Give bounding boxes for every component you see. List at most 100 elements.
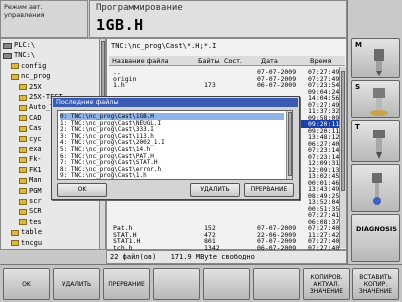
diagnosis-key[interactable]: DIAGNOSIS [351, 214, 400, 262]
folder-icon [19, 125, 27, 132]
right-softkey-panel: M S T DIAGNOSIS [347, 0, 402, 264]
softkey-copy-actual-value[interactable]: КОПИРОВ. АКТУАЛ. ЗНАЧЕНИЕ [303, 268, 350, 300]
tree-item-label: CAD [29, 113, 42, 122]
tree-item[interactable]: FK1 [19, 166, 42, 175]
softkey-cancel[interactable]: ПРЕРВАНИЕ [103, 268, 150, 300]
t-key-letter: T [355, 123, 360, 131]
softkey-copy-line3: ЗНАЧЕНИЕ [309, 287, 344, 295]
column-bytes-header[interactable]: Байты [198, 57, 220, 65]
bottom-softkey-bar: OK УДАЛИТЬ ПРЕРВАНИЕ КОПИРОВ. АКТУАЛ. ЗН… [0, 264, 402, 302]
program-header: Программирование 1GB.H [89, 0, 347, 38]
folder-icon [19, 177, 27, 184]
tree-item[interactable]: Fk- [19, 155, 42, 164]
dialog-cancel-button[interactable]: ПРЕРВАНИЕ [244, 183, 294, 197]
diagnosis-label: DIAGNOSIS [356, 225, 397, 233]
tree-item[interactable]: nc_prog [11, 72, 51, 81]
dialog-delete-button[interactable]: УДАЛИТЬ [190, 183, 240, 197]
file-count: 22 файл(ов) [110, 253, 157, 261]
tree-item-label: tncgu [21, 238, 43, 247]
softkey-paste-line3: ЗНАЧЕНИЕ [358, 287, 393, 295]
file-scroll-thumb[interactable] [341, 71, 345, 191]
spindle-speed-icon [370, 88, 388, 116]
folder-icon [11, 240, 19, 247]
tree-item-label: SCR [29, 207, 42, 216]
softkey-paste-line2: КОПИР. [363, 280, 388, 288]
operating-mode-box: Режим авт. управления [0, 0, 88, 38]
column-name-header[interactable]: Название файла [112, 57, 169, 65]
folder-icon [19, 198, 27, 205]
softkey-empty-5[interactable] [203, 268, 250, 300]
folder-icon [11, 73, 19, 80]
tree-item-label: table [21, 228, 43, 237]
program-file-name: 1GB.H [96, 16, 144, 34]
softkey-empty-4[interactable] [153, 268, 200, 300]
m-function-key[interactable]: M [351, 38, 400, 78]
tree-item[interactable]: scr [19, 197, 42, 206]
folder-icon [19, 146, 27, 153]
recent-list-scrollbar[interactable] [286, 111, 292, 179]
mode-label-line2: управления [4, 11, 45, 19]
tree-item[interactable]: tes [19, 218, 42, 227]
tree-item[interactable]: TNC:\ [3, 51, 35, 60]
tree-item[interactable]: config [11, 62, 46, 71]
file-list-scrollbar[interactable] [339, 67, 346, 248]
tree-item[interactable]: Cas [19, 124, 42, 133]
column-date-header[interactable]: Дата [261, 57, 278, 65]
softkey-ok[interactable]: OK [3, 268, 50, 300]
tree-item-label: 25X [29, 82, 42, 91]
tree-item[interactable]: Man [19, 176, 42, 185]
free-space: 171.9 MByte свободно [170, 253, 255, 261]
softkey-copy-line1: КОПИРОВ. [310, 273, 343, 281]
tree-item[interactable]: cyc [19, 135, 42, 144]
tree-item-label: config [21, 61, 47, 70]
tree-item-label: Fk- [29, 155, 42, 164]
file-status-line: 22 файл(ов) 171.9 MByte свободно [106, 250, 347, 264]
folder-icon [19, 167, 27, 174]
drive-icon [3, 52, 12, 59]
softkey-delete[interactable]: УДАЛИТЬ [53, 268, 100, 300]
column-time-header[interactable]: Время [310, 57, 331, 65]
softkey-empty-6[interactable] [253, 268, 300, 300]
tree-item-label: nc_prog [21, 72, 51, 81]
folder-icon [19, 208, 27, 215]
folder-icon [19, 115, 27, 122]
m-key-letter: M [355, 41, 362, 49]
tool-probe-icon [372, 173, 382, 205]
recent-files-list[interactable]: 0: TNC:\nc_prog\Cast\1GB.H 1: TNC:\nc_pro… [57, 110, 293, 180]
folder-icon [19, 94, 27, 101]
tree-scroll-thumb[interactable] [101, 41, 105, 101]
tree-item[interactable]: 25X [19, 83, 42, 92]
tree-item-label: PGM [29, 186, 42, 195]
tree-item-label: tes [29, 217, 42, 226]
tree-item-label: cyc [29, 134, 42, 143]
tree-item[interactable]: PLC:\ [3, 41, 35, 50]
softkey-delete-label: УДАЛИТЬ [61, 280, 92, 288]
dialog-ok-button[interactable]: OK [57, 183, 107, 197]
recent-file-item[interactable]: 9: TNC:\nc_prog\Cast\1.h [60, 172, 284, 179]
tree-item[interactable]: exa [19, 145, 42, 154]
folder-icon [19, 156, 27, 163]
tree-item-label: FK1 [29, 165, 42, 174]
tool-icon [373, 130, 385, 159]
folder-icon [11, 63, 19, 70]
recent-files-dialog: Последние файлы 0: TNC:\nc_prog\Cast\1GB… [51, 96, 300, 200]
s-key-letter: S [355, 83, 361, 91]
tree-item[interactable]: PGM [19, 187, 42, 196]
folder-icon [19, 84, 27, 91]
current-path: TNC:\nc_prog\Cast\*.H;*.I [111, 42, 217, 50]
tree-item[interactable]: CAD [19, 114, 42, 123]
mode-title: Программирование [96, 3, 183, 13]
tool-breakage-key[interactable] [351, 164, 400, 212]
tree-item-label: Man [29, 176, 42, 185]
tree-item[interactable]: SCR [19, 207, 42, 216]
softkey-paste-value[interactable]: ВСТАВИТЬ КОПИР. ЗНАЧЕНИЕ [352, 268, 399, 300]
tree-item-label: Cas [29, 124, 42, 133]
tree-item[interactable]: table [11, 228, 42, 237]
column-status-header[interactable]: Сост. [224, 57, 242, 65]
s-spindle-key[interactable]: S [351, 80, 400, 118]
drive-icon [3, 42, 12, 49]
recent-scroll-thumb[interactable] [288, 112, 292, 176]
t-tool-key[interactable]: T [351, 120, 400, 162]
tree-item[interactable]: tncgu [11, 239, 42, 248]
folder-icon [19, 104, 27, 111]
